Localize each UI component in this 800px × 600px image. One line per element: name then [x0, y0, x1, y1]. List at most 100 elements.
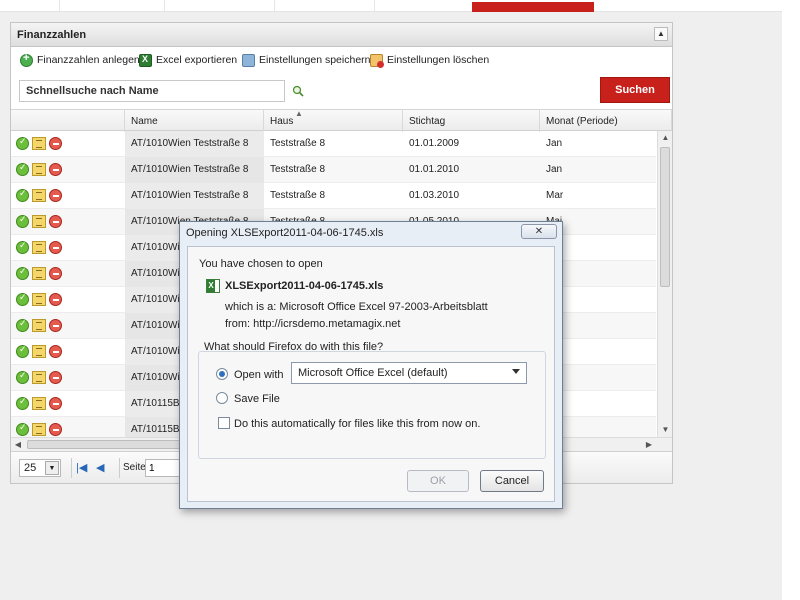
- delete-icon[interactable]: [49, 215, 62, 228]
- save-file-radio[interactable]: [216, 392, 228, 404]
- search-button[interactable]: Suchen: [600, 77, 670, 103]
- auto-action-label[interactable]: Do this automatically for files like thi…: [234, 418, 480, 430]
- delete-icon[interactable]: [49, 319, 62, 332]
- delete-icon[interactable]: [49, 241, 62, 254]
- application-select[interactable]: Microsoft Office Excel (default): [291, 362, 527, 384]
- delete-icon[interactable]: [49, 189, 62, 202]
- add-finanzzahlen-button[interactable]: Finanzzahlen anlegen: [20, 52, 140, 68]
- search-options-icon[interactable]: [292, 85, 304, 97]
- delete-icon[interactable]: [49, 293, 62, 306]
- table-row[interactable]: AT/1010Wien Teststraße 8 Teststraße 8 01.0…: [11, 131, 656, 157]
- edit-icon[interactable]: [32, 293, 46, 306]
- top-navigation-strip: [0, 0, 782, 12]
- approve-icon[interactable]: [16, 318, 29, 332]
- row-actions: [16, 162, 62, 176]
- open-with-radio[interactable]: [216, 368, 228, 380]
- cell-monat: Jan: [546, 138, 563, 149]
- approve-icon[interactable]: [16, 214, 29, 228]
- table-row[interactable]: AT/1010Wien Teststraße 8 Teststraße 8 01.0…: [11, 157, 656, 183]
- edit-icon[interactable]: [32, 241, 46, 254]
- open-with-label[interactable]: Open with: [234, 369, 284, 381]
- close-icon[interactable]: ✕: [521, 224, 557, 239]
- approve-icon[interactable]: [16, 370, 29, 384]
- edit-icon[interactable]: [32, 137, 46, 150]
- row-actions: [16, 292, 62, 306]
- cell-haus: Teststraße 8: [270, 138, 326, 149]
- row-actions: [16, 136, 62, 150]
- cell-name: AT/1010Wien Teststraße 8: [125, 131, 264, 157]
- auto-action-checkbox[interactable]: [218, 417, 230, 429]
- approve-icon[interactable]: [16, 162, 29, 176]
- scroll-left-icon[interactable]: ◀: [11, 438, 25, 451]
- chevron-down-icon[interactable]: ▼: [45, 461, 59, 475]
- scroll-down-icon[interactable]: ▼: [658, 423, 672, 437]
- edit-icon[interactable]: [32, 267, 46, 280]
- delete-icon[interactable]: [49, 345, 62, 358]
- approve-icon[interactable]: [16, 292, 29, 306]
- chosen-text: You have chosen to open: [199, 258, 323, 270]
- edit-icon[interactable]: [32, 397, 46, 410]
- delete-icon[interactable]: [49, 371, 62, 384]
- column-header-name[interactable]: ▲ Name: [125, 109, 303, 132]
- chevron-down-icon: [512, 369, 520, 374]
- edit-icon[interactable]: [32, 371, 46, 384]
- page-number-input[interactable]: [145, 459, 181, 477]
- nav-segment: [275, 0, 375, 12]
- delete-settings-button[interactable]: Einstellungen löschen: [370, 52, 489, 68]
- edit-icon[interactable]: [32, 319, 46, 332]
- active-nav-tab[interactable]: [472, 2, 594, 12]
- edit-icon[interactable]: [32, 163, 46, 176]
- cell-haus: Teststraße 8: [270, 164, 326, 175]
- cell-stichtag: 01.01.2010: [409, 164, 460, 175]
- approve-icon[interactable]: [16, 396, 29, 410]
- approve-icon[interactable]: [16, 136, 29, 150]
- file-source: from: http://icrsdemo.metamagix.net: [225, 318, 401, 330]
- edit-icon[interactable]: [32, 423, 46, 436]
- delete-icon[interactable]: [49, 137, 62, 150]
- save-settings-button[interactable]: Einstellungen speichern: [242, 52, 371, 68]
- dialog-title: Opening XLSExport2011-04-06-1745.xls: [186, 227, 384, 239]
- approve-icon[interactable]: [16, 266, 29, 280]
- delete-icon[interactable]: [49, 423, 62, 436]
- delete-settings-label: Einstellungen löschen: [387, 54, 490, 66]
- approve-icon[interactable]: [16, 344, 29, 358]
- row-actions: [16, 422, 62, 436]
- column-header-monat[interactable]: Monat (Periode): [540, 110, 672, 132]
- column-header-stichtag[interactable]: Stichtag: [403, 110, 540, 132]
- cell-name: AT/1010Wien Teststraße 8: [125, 183, 264, 209]
- cell-monat: Jan: [546, 164, 563, 175]
- row-actions: [16, 188, 62, 202]
- cell-stichtag: 01.03.2010: [409, 190, 460, 201]
- delete-icon[interactable]: [49, 267, 62, 280]
- approve-icon[interactable]: [16, 240, 29, 254]
- save-file-label[interactable]: Save File: [234, 393, 280, 405]
- row-actions: [16, 214, 62, 228]
- add-icon: [20, 52, 33, 67]
- edit-icon[interactable]: [32, 215, 46, 228]
- approve-icon[interactable]: [16, 422, 29, 436]
- quick-search-input[interactable]: [19, 80, 285, 102]
- delete-icon[interactable]: [49, 397, 62, 410]
- excel-export-button[interactable]: Excel exportieren: [139, 52, 237, 68]
- vertical-scrollbar[interactable]: ▲ ▼: [657, 131, 672, 437]
- edit-icon[interactable]: [32, 189, 46, 202]
- save-settings-icon: [242, 53, 255, 67]
- approve-icon[interactable]: [16, 188, 29, 202]
- table-row[interactable]: AT/1010Wien Teststraße 8 Teststraße 8 01.0…: [11, 183, 656, 209]
- delete-icon[interactable]: [49, 163, 62, 176]
- scroll-right-icon[interactable]: ▶: [642, 438, 656, 451]
- ok-button[interactable]: OK: [407, 470, 469, 492]
- page-size-select[interactable]: 25 ▼: [19, 459, 61, 477]
- vertical-scroll-thumb[interactable]: [660, 147, 670, 287]
- first-page-icon[interactable]: |◀: [76, 461, 87, 474]
- collapse-icon[interactable]: ▲: [654, 27, 668, 41]
- cancel-button[interactable]: Cancel: [480, 470, 544, 492]
- row-actions: [16, 240, 62, 254]
- previous-page-icon[interactable]: ◀: [96, 461, 104, 474]
- row-actions: [16, 396, 62, 410]
- scroll-up-icon[interactable]: ▲: [658, 131, 672, 145]
- panel-title: Finanzzahlen: [17, 29, 87, 41]
- toolbar: Finanzzahlen anlegen Excel exportieren E…: [11, 48, 672, 70]
- column-header-haus[interactable]: Haus: [264, 110, 403, 132]
- edit-icon[interactable]: [32, 345, 46, 358]
